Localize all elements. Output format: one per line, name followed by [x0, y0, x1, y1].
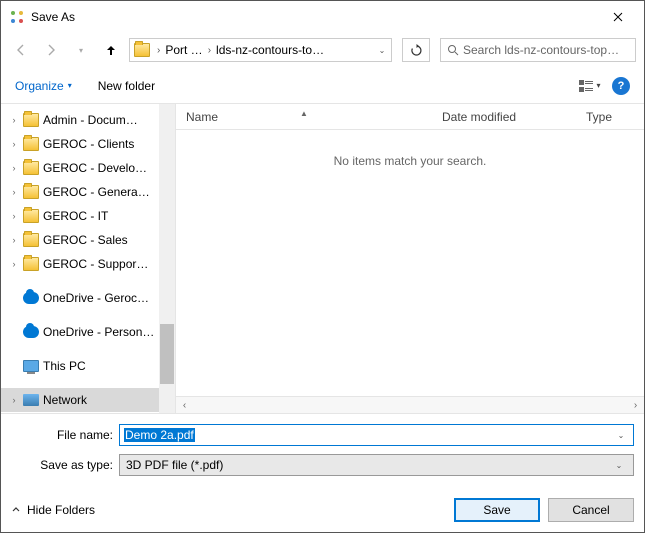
- app-icon: [9, 9, 25, 25]
- filename-value: Demo 2a.pdf: [124, 428, 195, 442]
- folder-icon: [23, 233, 39, 247]
- cancel-button[interactable]: Cancel: [548, 498, 634, 522]
- filetype-label: Save as type:: [11, 458, 119, 472]
- forward-button[interactable]: [39, 38, 63, 62]
- column-type[interactable]: Type: [576, 110, 644, 124]
- filetype-dropdown-icon: ⌄: [611, 461, 627, 470]
- folder-icon: [132, 40, 152, 60]
- tree-item[interactable]: OneDrive - Geroc…: [1, 286, 159, 310]
- tree-item[interactable]: OneDrive - Person…: [1, 320, 159, 344]
- expand-icon[interactable]: ›: [9, 139, 19, 149]
- up-button[interactable]: [99, 38, 123, 62]
- breadcrumb-item[interactable]: lds-nz-contours-to…: [214, 43, 326, 57]
- folder-icon: [23, 137, 39, 151]
- column-header-row: ▲Name Date modified Type: [176, 104, 644, 130]
- filename-dropdown[interactable]: ⌄: [613, 431, 629, 440]
- pc-icon: [23, 360, 39, 372]
- tree-item[interactable]: ›GEROC - Sales: [1, 228, 159, 252]
- expand-icon[interactable]: ›: [9, 395, 19, 405]
- column-date[interactable]: Date modified: [432, 110, 576, 124]
- address-bar[interactable]: › Port … › lds-nz-contours-to… ⌄: [129, 38, 392, 62]
- chevron-right-icon[interactable]: ›: [205, 45, 214, 56]
- scroll-right-icon[interactable]: ›: [627, 400, 644, 411]
- onedrive-icon: [23, 292, 39, 304]
- filetype-value: 3D PDF file (*.pdf): [126, 458, 223, 472]
- expand-icon[interactable]: ›: [9, 187, 19, 197]
- save-button[interactable]: Save: [454, 498, 540, 522]
- close-button[interactable]: [600, 2, 636, 32]
- chevron-down-icon: ▾: [68, 81, 72, 90]
- filetype-select[interactable]: 3D PDF file (*.pdf) ⌄: [119, 454, 634, 476]
- organize-menu[interactable]: Organize ▾: [15, 79, 72, 93]
- tree-item[interactable]: ›GEROC - Clients: [1, 132, 159, 156]
- recent-dropdown[interactable]: ▾: [69, 38, 93, 62]
- horizontal-scrollbar[interactable]: ‹ ›: [176, 396, 644, 413]
- filename-input[interactable]: Demo 2a.pdf ⌄: [119, 424, 634, 446]
- expand-icon[interactable]: ›: [9, 115, 19, 125]
- breadcrumb-item[interactable]: Port …: [163, 43, 204, 57]
- empty-message: No items match your search.: [334, 154, 487, 168]
- tree-item[interactable]: ›Admin - Docum…: [1, 108, 159, 132]
- folder-icon: [23, 161, 39, 175]
- back-button[interactable]: [9, 38, 33, 62]
- column-name[interactable]: ▲Name: [176, 110, 432, 124]
- address-dropdown[interactable]: ⌄: [373, 46, 391, 55]
- file-list: No items match your search.: [176, 130, 644, 396]
- folder-icon: [23, 185, 39, 199]
- sort-asc-icon: ▲: [300, 109, 308, 118]
- onedrive-icon: [23, 326, 39, 338]
- tree-item[interactable]: ›GEROC - Genera…: [1, 180, 159, 204]
- refresh-button[interactable]: [402, 38, 430, 62]
- new-folder-button[interactable]: New folder: [98, 79, 155, 93]
- scroll-thumb[interactable]: [160, 324, 174, 384]
- folder-icon: [23, 257, 39, 271]
- expand-icon[interactable]: ›: [9, 211, 19, 221]
- window-title: Save As: [31, 10, 600, 24]
- tree-item[interactable]: ›GEROC - Develo…: [1, 156, 159, 180]
- network-icon: [23, 394, 39, 406]
- view-options-button[interactable]: ▾: [578, 76, 602, 96]
- folder-icon: [23, 209, 39, 223]
- folder-tree[interactable]: ›Admin - Docum… ›GEROC - Clients ›GEROC …: [1, 104, 159, 413]
- expand-icon[interactable]: ›: [9, 235, 19, 245]
- filename-label: File name:: [11, 428, 119, 442]
- search-icon: [447, 44, 459, 56]
- scroll-left-icon[interactable]: ‹: [176, 400, 193, 411]
- search-input[interactable]: Search lds-nz-contours-top…: [440, 38, 636, 62]
- folder-icon: [23, 113, 39, 127]
- expand-icon[interactable]: ›: [9, 259, 19, 269]
- chevron-down-icon: [11, 505, 21, 515]
- expand-icon[interactable]: ›: [9, 163, 19, 173]
- tree-item[interactable]: ›GEROC - IT: [1, 204, 159, 228]
- hide-folders-toggle[interactable]: Hide Folders: [11, 503, 95, 517]
- tree-scrollbar[interactable]: [159, 104, 175, 413]
- tree-item-network[interactable]: ›Network: [1, 388, 159, 412]
- tree-item[interactable]: This PC: [1, 354, 159, 378]
- chevron-right-icon[interactable]: ›: [154, 45, 163, 56]
- tree-item[interactable]: ›GEROC - Suppor…: [1, 252, 159, 276]
- search-placeholder: Search lds-nz-contours-top…: [459, 43, 629, 57]
- help-button[interactable]: ?: [612, 77, 630, 95]
